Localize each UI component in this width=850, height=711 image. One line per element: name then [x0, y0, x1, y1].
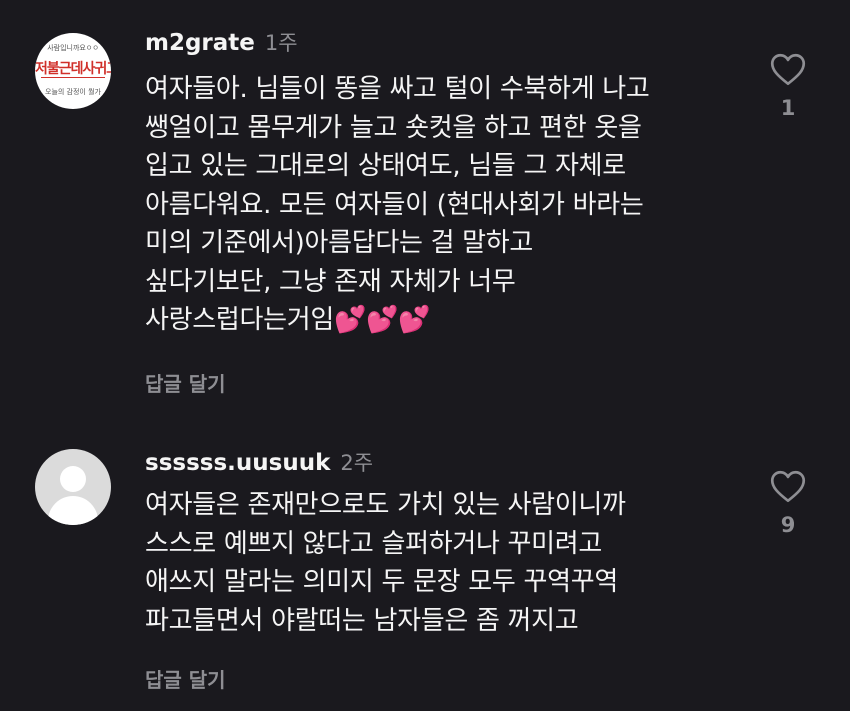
avatar-person-icon [60, 466, 86, 492]
like-control: 9 [766, 470, 810, 537]
avatar-caption-main: 저불근데사귀고싶 [35, 61, 111, 77]
heart-outline-icon[interactable] [770, 470, 806, 503]
like-count: 1 [780, 96, 796, 120]
comment-header: ssssss.uusuuk 2주 [145, 447, 373, 477]
avatar-caption-bottom: 오늘의 감정이 뭘가 [45, 88, 101, 96]
comment-text: 여자들은 존재만으로도 가치 있는 사람이니까 스스로 예쁘지 않다고 슬퍼하거… [145, 490, 626, 636]
reply-button[interactable]: 답글 달기 [145, 664, 226, 693]
avatar-caption-top: 사람입니까요ㅇㅇ [47, 44, 99, 52]
avatar-placeholder[interactable] [35, 449, 111, 525]
username[interactable]: m2grate [145, 30, 255, 56]
comments-screen: { "comments": [ { "avatar": { "line1": "… [0, 0, 850, 711]
username[interactable]: ssssss.uusuuk [145, 450, 330, 476]
comment-text: 여자들아. 님들이 똥을 싸고 털이 수북하게 나고 쌩얼이고 몸무게가 늘고 … [145, 74, 650, 335]
heart-outline-icon[interactable] [770, 53, 806, 86]
timestamp: 2주 [340, 451, 374, 475]
avatar-person-shoulders [48, 496, 98, 525]
avatar-divider [41, 77, 105, 78]
comment-header: m2grate 1주 [145, 27, 298, 57]
reply-button[interactable]: 답글 달기 [145, 368, 226, 397]
like-count: 9 [780, 513, 796, 537]
like-control: 1 [766, 53, 810, 120]
avatar[interactable]: 사람입니까요ㅇㅇ 저불근데사귀고싶 오늘의 감정이 뭘가 [35, 33, 111, 109]
timestamp: 1주 [264, 31, 298, 55]
